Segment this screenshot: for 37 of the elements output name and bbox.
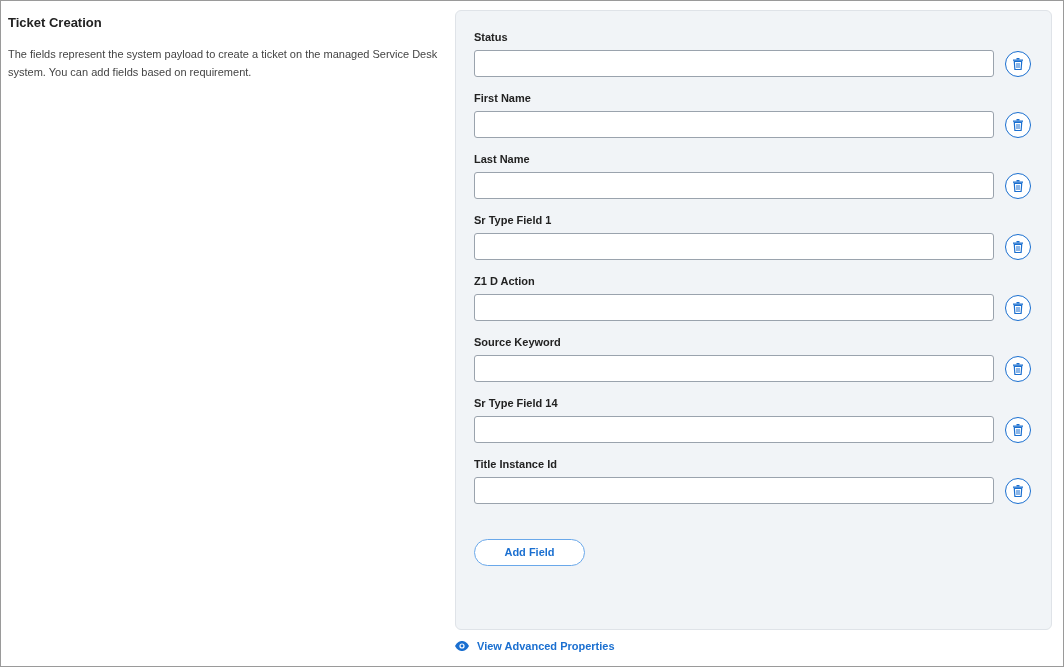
field-label: First Name xyxy=(474,91,532,104)
input-field[interactable] xyxy=(474,172,994,199)
delete-button[interactable] xyxy=(1005,416,1031,443)
trash-icon xyxy=(1013,301,1023,314)
delete-button[interactable] xyxy=(1005,477,1031,504)
delete-button[interactable] xyxy=(1005,50,1031,77)
input-field[interactable] xyxy=(474,50,994,77)
field-label: Title Instance Id xyxy=(474,457,558,470)
field-label: Status xyxy=(474,30,509,43)
delete-button[interactable] xyxy=(1005,355,1031,382)
delete-button[interactable] xyxy=(1005,294,1031,321)
input-field[interactable] xyxy=(474,477,994,504)
add-field-button[interactable]: Add Field xyxy=(474,539,585,566)
trash-icon xyxy=(1013,179,1023,192)
section-description: The fields represent the system payload to create a ticket on the managed Service Desk system. You can add fields based on requirement. xyxy=(8,46,439,80)
trash-icon xyxy=(1013,362,1023,375)
input-field[interactable] xyxy=(474,416,994,443)
field-label: Sr Type Field 1 xyxy=(474,213,553,226)
input-field[interactable] xyxy=(474,294,994,321)
view-advanced-properties-link[interactable]: View Advanced Properties xyxy=(477,638,615,655)
field-label: Sr Type Field 14 xyxy=(474,396,559,409)
field-label: Last Name xyxy=(474,152,531,165)
delete-button[interactable] xyxy=(1005,111,1031,138)
field-label: Source Keyword xyxy=(474,335,562,348)
trash-icon xyxy=(1013,484,1023,497)
input-field[interactable] xyxy=(474,355,994,382)
delete-button[interactable] xyxy=(1005,172,1031,199)
trash-icon xyxy=(1013,240,1023,253)
trash-icon xyxy=(1013,57,1023,70)
eye-icon xyxy=(455,641,469,652)
input-field[interactable] xyxy=(474,233,994,260)
section-title: Ticket Creation xyxy=(8,14,103,32)
trash-icon xyxy=(1013,118,1023,131)
delete-button[interactable] xyxy=(1005,233,1031,260)
field-label: Z1 D Action xyxy=(474,274,536,287)
trash-icon xyxy=(1013,423,1023,436)
input-field[interactable] xyxy=(474,111,994,138)
